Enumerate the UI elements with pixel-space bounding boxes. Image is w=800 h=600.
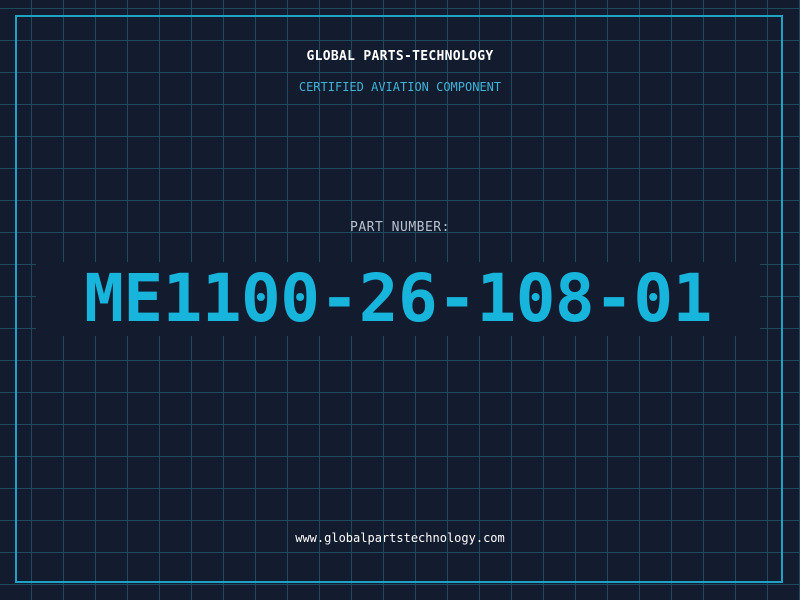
company-name: GLOBAL PARTS-TECHNOLOGY (306, 49, 494, 64)
website-url: www.globalpartstechnology.com (295, 531, 505, 545)
part-number-value: ME1100-26-108-01 (84, 260, 712, 337)
part-number-label: PART NUMBER: (350, 220, 450, 235)
part-label-card: GLOBAL PARTS-TECHNOLOGY CERTIFIED AVIATI… (0, 0, 800, 600)
certification-subtitle: CERTIFIED AVIATION COMPONENT (298, 80, 502, 94)
